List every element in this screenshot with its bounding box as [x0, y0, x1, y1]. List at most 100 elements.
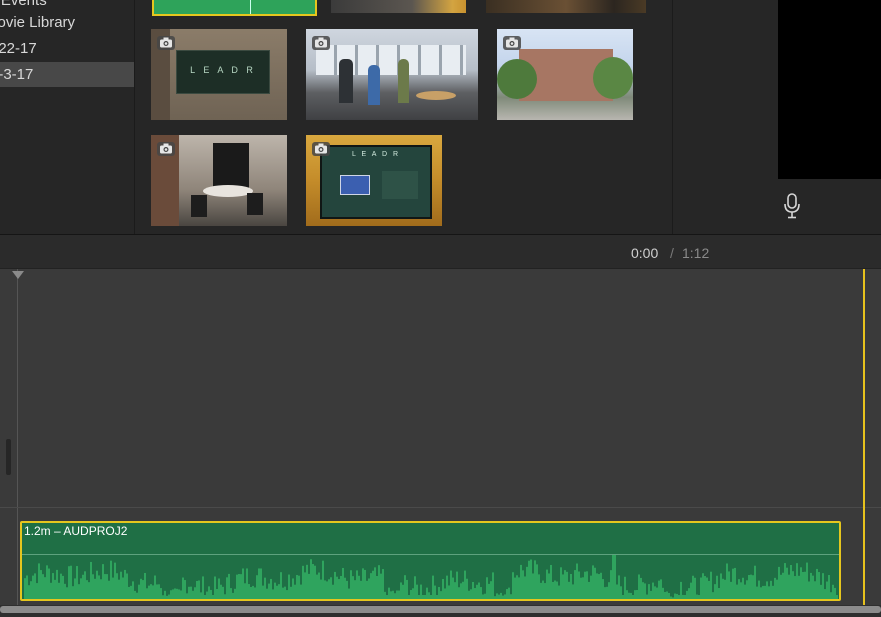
waveform-bar [160, 588, 162, 599]
waveform-bar [68, 566, 70, 599]
waveform-bar [598, 574, 600, 599]
waveform-bar [266, 588, 268, 599]
waveform-bar [198, 580, 200, 599]
waveform-bar [290, 586, 292, 599]
waveform-bar [622, 595, 624, 599]
waveform-bar [418, 595, 420, 599]
waveform-bar [490, 581, 492, 599]
waveform-bar [54, 579, 56, 599]
waveform-bar [130, 585, 132, 599]
waveform-bar [566, 571, 568, 599]
waveform-bar [268, 583, 270, 599]
waveform-bar [328, 579, 330, 599]
current-time: 0:00 [631, 245, 659, 261]
waveform-bar [784, 563, 786, 599]
waveform-bar [168, 594, 170, 599]
waveform-bar [724, 579, 726, 599]
scrollbar-thumb[interactable] [0, 606, 881, 613]
waveform-bar [248, 584, 250, 599]
waveform-bar [188, 586, 190, 599]
waveform-bar [36, 583, 38, 599]
waveform-bar [592, 565, 594, 599]
waveform-bar [772, 585, 774, 599]
waveform-bar [96, 570, 98, 599]
waveform-bar [252, 585, 254, 599]
waveform-bar [680, 581, 682, 599]
waveform-bar [416, 584, 418, 599]
waveform-bar [786, 567, 788, 599]
time-separator: / [670, 245, 674, 261]
waveform-bar [124, 569, 126, 599]
waveform-bar [618, 575, 620, 599]
waveform-bar [304, 572, 306, 599]
waveform-bar [510, 594, 512, 599]
waveform-bar [250, 587, 252, 599]
volume-level-line[interactable] [22, 554, 839, 555]
tv-screen-photo[interactable]: L E A D R [306, 135, 442, 226]
waveform-bar [700, 577, 702, 599]
leadr-logo-wall-photo[interactable]: L E A D R [151, 29, 287, 120]
timeline-resize-handle[interactable] [6, 439, 11, 475]
waveform-bar [476, 584, 478, 599]
waveform-bar [486, 577, 488, 599]
waveform-bar [28, 585, 30, 599]
audio-clip[interactable]: 1.2m – AUDPROJ2 [20, 521, 841, 601]
waveform-bar [732, 568, 734, 599]
waveform-bar [62, 575, 64, 599]
audio-waveform [24, 555, 838, 599]
selected-video-clip-thumbnail[interactable] [152, 0, 317, 16]
waveform-bar [26, 575, 28, 599]
waveform-bar [672, 597, 674, 599]
waveform-bar [462, 581, 464, 599]
waveform-bar [830, 592, 832, 599]
waveform-bar [428, 592, 430, 599]
sidebar-item-movie-library[interactable]: Movie Library [0, 10, 134, 35]
waveform-bar [556, 581, 558, 599]
camera-icon [312, 142, 330, 156]
sidebar-item-event-5-22-17[interactable]: 5-22-17 [0, 36, 134, 61]
playhead[interactable] [863, 269, 865, 605]
waveform-bar [190, 586, 192, 599]
waveform-bar [790, 564, 792, 599]
waveform-bar [616, 584, 618, 599]
waveform-bar [776, 579, 778, 599]
leadr-sign: L E A D R [176, 50, 270, 94]
waveform-bar [210, 589, 212, 599]
waveform-bar [154, 575, 156, 599]
round-table [203, 185, 253, 197]
studio-room-photo[interactable] [151, 135, 287, 226]
horizontal-scrollbar[interactable] [0, 605, 881, 617]
waveform-bar [460, 583, 462, 599]
waveform-bar [424, 595, 426, 599]
waveform-bar [828, 574, 830, 599]
video-clip-thumbnail[interactable] [331, 0, 466, 13]
waveform-bar [30, 581, 32, 599]
brick-building-photo[interactable] [497, 29, 633, 120]
waveform-bar [194, 587, 196, 599]
timeline[interactable]: 1.2m – AUDPROJ2 [0, 269, 881, 605]
waveform-bar [478, 582, 480, 599]
waveform-bar [750, 574, 752, 599]
waveform-bar [728, 571, 730, 599]
classroom-people-photo[interactable] [306, 29, 478, 120]
waveform-bar [360, 580, 362, 599]
waveform-bar [336, 576, 338, 599]
microphone-icon[interactable] [782, 193, 802, 219]
waveform-bar [742, 577, 744, 599]
waveform-bar [650, 590, 652, 599]
waveform-bar [570, 573, 572, 599]
video-clip-thumbnail[interactable] [486, 0, 646, 13]
waveform-bar [158, 584, 160, 599]
waveform-bar [64, 583, 66, 599]
total-duration: 1:12 [682, 245, 710, 261]
waveform-bar [614, 555, 616, 599]
waveform-bar [56, 569, 58, 599]
sidebar-item-event-6-3-17[interactable]: 6-3-17 [0, 62, 134, 87]
waveform-bar [66, 587, 68, 599]
waveform-bar [128, 586, 130, 599]
waveform-bar [176, 588, 178, 599]
waveform-bar [470, 589, 472, 599]
waveform-bar [796, 563, 798, 599]
waveform-bar [596, 573, 598, 599]
waveform-bar [468, 590, 470, 599]
